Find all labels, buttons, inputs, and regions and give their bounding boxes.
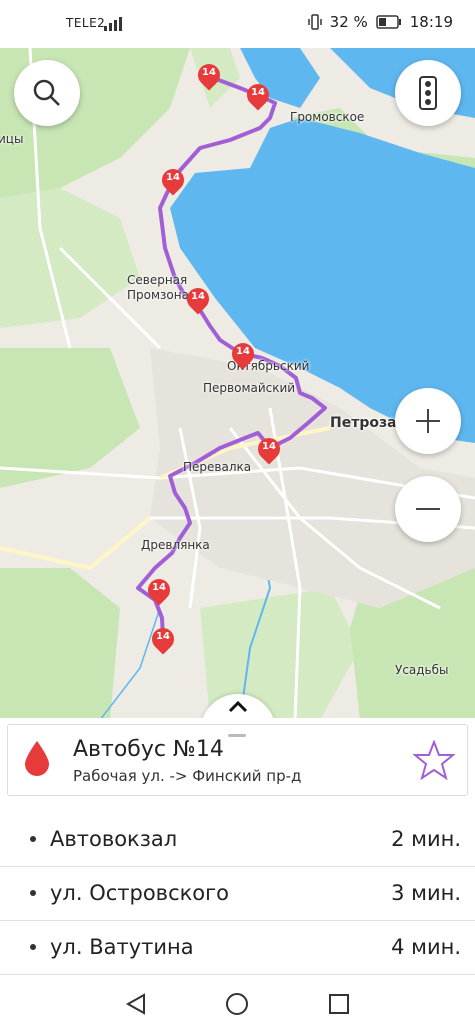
clock: 18:19 [409, 13, 453, 31]
bullet [30, 890, 36, 896]
search-button[interactable] [14, 60, 80, 126]
route-stop-marker-active[interactable]: 14 [253, 433, 285, 465]
map-view[interactable]: Громовское ицы Северная Промзона Октябрь… [0, 48, 475, 720]
stop-name: Автовокзал [50, 827, 178, 851]
stop-name: ул. Островского [50, 881, 230, 905]
traffic-button[interactable] [395, 60, 461, 126]
route-subtitle: Рабочая ул. -> Финский пр-д [73, 767, 302, 785]
bullet [30, 944, 36, 950]
stop-row[interactable]: ул. Ватутина 4 мин. [0, 920, 475, 975]
route-stop-marker[interactable]: 14 [242, 79, 274, 111]
bullet [30, 836, 36, 842]
home-icon[interactable] [225, 992, 249, 1016]
recents-icon[interactable] [327, 992, 351, 1016]
signal-icon [104, 17, 122, 31]
map-label-drevlyanka: Древлянка [141, 538, 210, 552]
traffic-light-icon [419, 76, 437, 110]
search-icon [33, 79, 60, 106]
stop-time: 3 мин. [391, 881, 461, 905]
carrier-label: TELE2 [66, 16, 106, 30]
route-stop-marker[interactable]: 14 [143, 574, 175, 606]
route-stop-marker[interactable]: 14 [193, 59, 225, 91]
route-stop-marker[interactable]: 14 [227, 338, 259, 370]
favorite-star-icon[interactable] [413, 740, 455, 780]
vibrate-icon [307, 14, 322, 30]
stop-time: 4 мин. [391, 935, 461, 959]
stop-row[interactable]: ул. Островского 3 мин. [0, 866, 475, 921]
zoom-out-button[interactable] [395, 476, 461, 542]
stop-time: 2 мин. [391, 827, 461, 851]
minus-icon [416, 508, 440, 510]
status-bar: TELE2 32 % 18:19 [0, 0, 475, 50]
map-label-pervomaysky: Первомайский [203, 381, 296, 395]
stop-name: ул. Ватутина [50, 935, 194, 959]
stop-row[interactable]: Автовокзал 2 мин. [0, 812, 475, 867]
map-label-left: ицы [0, 132, 24, 146]
route-stop-marker[interactable]: 14 [157, 164, 189, 196]
back-icon[interactable] [124, 992, 148, 1016]
battery-percent: 32 % [329, 13, 368, 31]
route-title: Автобус №14 [73, 737, 224, 762]
plus-icon [416, 409, 440, 433]
chevron-up-icon [228, 700, 248, 713]
map-label-promzona: Промзона [127, 288, 189, 302]
battery-icon [376, 15, 401, 29]
route-stop-marker[interactable]: 14 [182, 283, 214, 315]
zoom-in-button[interactable] [395, 388, 461, 454]
map-label-gromovskoe: Громовское [290, 110, 365, 124]
system-nav-bar [0, 980, 475, 1030]
route-stop-marker[interactable]: 14 [147, 623, 179, 655]
map-label-perevalka: Перевалка [183, 460, 252, 474]
sheet-handle[interactable] [228, 734, 246, 737]
map-label-severnaya: Северная [127, 273, 188, 287]
drop-icon [25, 741, 49, 776]
map-label-usadby: Усадьбы [395, 663, 449, 677]
